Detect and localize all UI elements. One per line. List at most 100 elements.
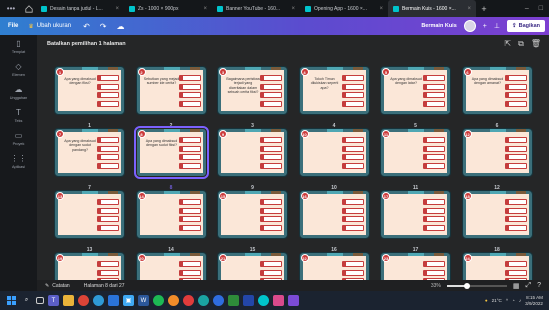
page-thumbnail[interactable]: 13 13 [54,190,125,253]
browser-tab[interactable]: Opening App - 1600 ×... × [300,0,388,17]
page-thumbnail[interactable]: 12 12 [461,128,533,191]
page-thumbnail[interactable]: 10 10 [298,128,370,191]
page-thumbnail[interactable]: 18 18 [461,190,533,253]
page-thumbnail[interactable]: 2424 [461,252,533,280]
page-preview[interactable]: 23 [380,252,451,280]
help-icon[interactable]: ? [537,282,541,289]
page-preview[interactable]: 10 [298,128,370,177]
wifi-icon[interactable]: ◔ [512,298,515,303]
tab-close-icon[interactable]: × [291,6,295,12]
canva-icon[interactable] [258,295,269,306]
page-thumbnail[interactable]: 7 Apa yang dimaksud dengan sudut pandang?… [54,128,125,191]
page-thumbnail[interactable]: 2222 [298,252,370,280]
explorer-icon[interactable] [63,295,74,306]
photos-icon[interactable]: ▣ [123,295,134,306]
browser-tab[interactable]: Zs - 1000 × 900px × [124,0,212,17]
page-preview[interactable]: 13 [54,190,125,239]
page-thumbnail[interactable]: 1 Apa yang dimaksud dengan fiksi? 1 [54,66,125,129]
browser-tab[interactable]: Bermain Kuis - 1600 ×... × [388,0,476,17]
app-icon-orange[interactable] [168,295,179,306]
page-preview[interactable]: 15 [217,190,288,239]
chrome-icon[interactable] [78,295,89,306]
app-icon-pink[interactable] [273,295,284,306]
sidebar-item[interactable]: ☁ Unggahan [0,81,37,104]
page-thumbnail[interactable]: 6 Apa yang dimaksud dengan amanat? 6 [461,66,533,129]
weather-icon[interactable]: ● [485,298,488,303]
page-preview[interactable]: 18 [461,190,533,239]
volume-icon[interactable]: ♪ [519,298,521,303]
file-menu[interactable]: File [0,23,28,29]
grid-view-icon[interactable]: ▦ [513,282,520,290]
app-icon-darkgreen[interactable] [228,295,239,306]
notes-button[interactable]: ✎ Catatan [45,283,70,289]
page-thumbnail[interactable]: 1919 [54,252,125,280]
home-icon[interactable] [22,0,36,17]
page-preview[interactable]: 14 [135,190,207,239]
tab-close-icon[interactable]: × [115,6,119,12]
windows-start-icon[interactable] [6,295,17,306]
avatar[interactable] [463,20,476,32]
page-thumbnail[interactable]: 11 11 [380,128,451,191]
page-preview[interactable]: 8 Apa yang dimaksud dengan sudut fiksi? [133,126,209,179]
app-icon-blue[interactable] [213,295,224,306]
page-preview[interactable]: 7 Apa yang dimaksud dengan sudut pandang? [54,128,125,177]
page-preview[interactable]: 22 [298,252,370,280]
maximize-icon[interactable]: □ [539,5,543,12]
page-thumbnail[interactable]: 2323 [380,252,451,280]
page-preview[interactable]: 16 [298,190,370,239]
page-preview[interactable]: 21 [217,252,288,280]
page-thumbnail[interactable]: 17 17 [380,190,451,253]
page-thumbnail[interactable]: 2020 [135,252,207,280]
page-preview[interactable]: 9 [217,128,288,177]
page-preview[interactable]: 20 [135,252,207,280]
app-icon-teal[interactable] [198,295,209,306]
search-icon[interactable]: ⌕ [21,295,32,306]
resize-button[interactable]: ♛ Ubah ukuran [28,23,71,30]
page-preview[interactable]: 3 Bagaimana peristiwa terjadi yang diceri… [217,66,288,115]
tab-close-icon[interactable]: × [467,6,471,12]
zoom-slider[interactable] [446,282,507,289]
page-preview[interactable]: 2 Sebutkan yang mejadi sumber ide cerita? [135,66,207,115]
page-thumbnail[interactable]: 99 [217,128,288,191]
app-icon-navy[interactable] [243,295,254,306]
page-preview[interactable]: 17 [380,190,451,239]
page-preview[interactable]: 19 [54,252,125,280]
tab-close-icon[interactable]: × [379,6,383,12]
new-tab-icon[interactable]: + [476,4,492,14]
sidebar-item[interactable]: ▯ Templat [0,35,37,58]
teams-icon[interactable]: T [48,295,59,306]
edge-icon[interactable] [93,295,104,306]
page-thumbnail[interactable]: 15 15 [217,190,288,253]
browser-tab[interactable]: Desain tanpa judul - L... × [36,0,124,17]
sidebar-item[interactable]: ◇ Elemen [0,58,37,81]
page-thumbnail[interactable]: 4 Tokoh Timun dilukiskan seperti apa? 4 [298,66,370,129]
zoom-slider-handle[interactable] [463,282,470,289]
page-preview[interactable]: 6 Apa yang dimaksud dengan amanat? [461,66,533,115]
insights-icon[interactable]: ⊥ [494,22,500,30]
task-view-icon[interactable] [36,297,44,304]
page-thumbnail[interactable]: 16 16 [298,190,370,253]
page-thumbnail[interactable]: 8 Apa yang dimaksud dengan sudut fiksi? 8 [133,126,209,191]
sidebar-item[interactable]: T Teks [0,104,37,127]
undo-icon[interactable]: ↶ [83,22,90,31]
store-icon[interactable] [108,295,119,306]
add-collaborator-icon[interactable]: + [483,23,487,30]
page-thumbnail[interactable]: 3 Bagaimana peristiwa terjadi yang diceri… [217,66,288,129]
share-button[interactable]: ⇪ Bagikan [506,20,545,32]
page-thumbnail[interactable]: 2121 [217,252,288,280]
page-preview[interactable]: 4 Tokoh Timun dilukiskan seperti apa? [298,66,370,115]
page-thumbnail[interactable]: 14 14 [135,190,207,253]
trash-icon[interactable]: 🗑 [531,39,541,49]
page-preview[interactable]: 11 [380,128,451,177]
page-preview[interactable]: 12 [461,128,533,177]
page-preview[interactable]: 1 Apa yang dimaksud dengan fiksi? [54,66,125,115]
cloud-sync-icon[interactable]: ☁ [117,22,125,31]
page-thumbnail[interactable]: 5 Apa yang dimaksud dengan latar? 5 [380,66,451,129]
tray-chevron-icon[interactable]: ^ [506,298,508,303]
redo-icon[interactable]: ↷ [100,22,107,31]
app-icon-green[interactable] [153,295,164,306]
sidebar-item[interactable]: ⋮⋮ Aplikasi [0,150,37,173]
share-page-icon[interactable]: ⇱ [504,39,511,49]
browser-tab[interactable]: Banner YouTube - 160... × [212,0,300,17]
tab-close-icon[interactable]: × [203,6,207,12]
